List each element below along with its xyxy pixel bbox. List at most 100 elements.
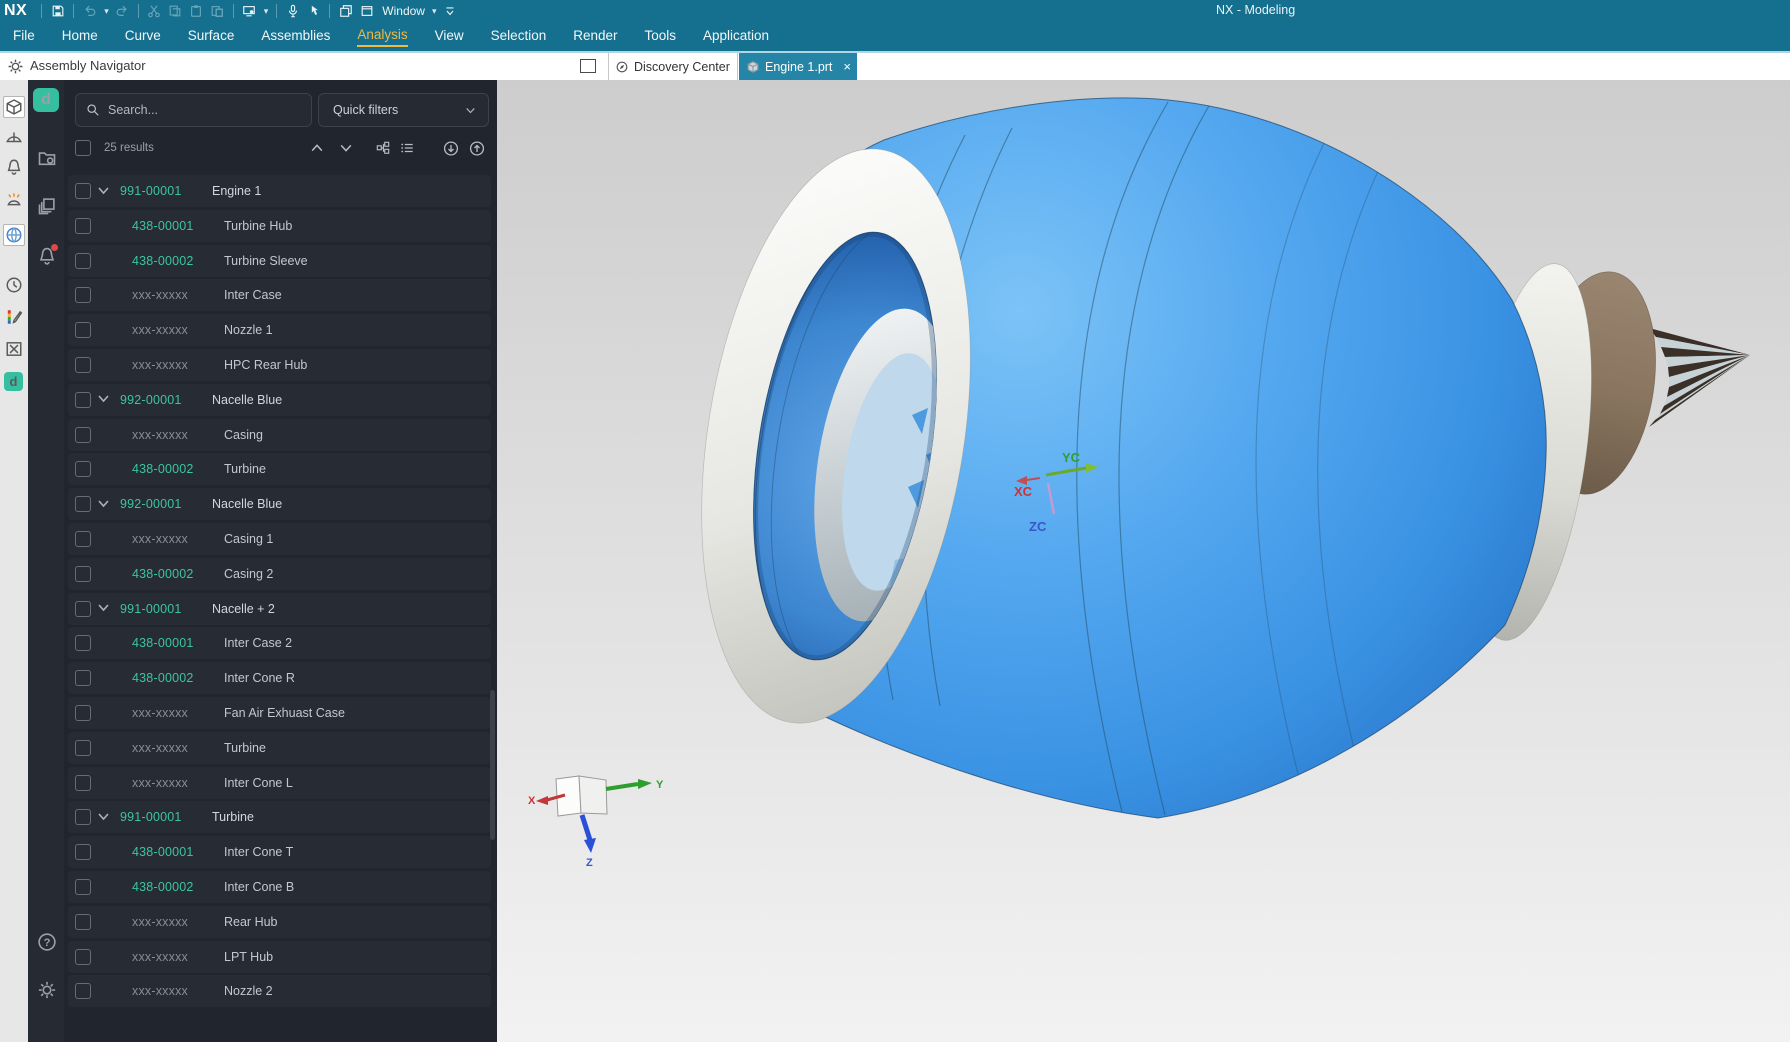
menu-view[interactable]: View — [435, 28, 464, 45]
tree-row[interactable]: 438-00001Inter Cone T — [68, 836, 491, 868]
menu-assemblies[interactable]: Assemblies — [261, 28, 330, 45]
tree-row[interactable]: xxx-xxxxxCasing — [68, 419, 491, 451]
repeat-command-icon[interactable] — [242, 4, 257, 19]
part-issues-icon[interactable] — [3, 188, 25, 210]
undo-icon[interactable] — [82, 4, 97, 19]
assembly-navigator-icon[interactable] — [3, 96, 25, 118]
row-checkbox[interactable] — [75, 357, 91, 373]
tree-row[interactable]: 438-00002Turbine — [68, 453, 491, 485]
chevron-down-icon[interactable] — [97, 184, 112, 199]
touch-mode-icon[interactable] — [306, 4, 321, 19]
paste-icon[interactable] — [189, 4, 204, 19]
move-up-circle-icon[interactable] — [469, 140, 485, 156]
float-panel-icon[interactable] — [580, 59, 596, 73]
row-checkbox[interactable] — [75, 844, 91, 860]
select-all-checkbox[interactable] — [75, 140, 91, 156]
row-checkbox[interactable] — [75, 775, 91, 791]
row-checkbox[interactable] — [75, 566, 91, 582]
d-badge-icon[interactable]: d — [4, 372, 23, 391]
row-checkbox[interactable] — [75, 949, 91, 965]
roles-pen-icon[interactable] — [3, 306, 25, 328]
row-checkbox[interactable] — [75, 705, 91, 721]
constraint-navigator-icon[interactable] — [3, 126, 25, 148]
tree-row[interactable]: xxx-xxxxxLPT Hub — [68, 941, 491, 973]
row-checkbox[interactable] — [75, 461, 91, 477]
collapse-all-icon[interactable] — [338, 140, 354, 156]
folder-settings-icon[interactable] — [35, 146, 59, 170]
repeat-dropdown-icon[interactable]: ▾ — [264, 6, 269, 17]
undo-dropdown-icon[interactable]: ▾ — [104, 6, 109, 17]
redo-icon[interactable] — [115, 4, 130, 19]
menu-application[interactable]: Application — [703, 28, 769, 45]
row-checkbox[interactable] — [75, 427, 91, 443]
tree-row[interactable]: 438-00002Turbine Sleeve — [68, 245, 491, 277]
minimize-ribbon-icon[interactable] — [443, 4, 458, 19]
row-checkbox[interactable] — [75, 287, 91, 303]
tree-row[interactable]: xxx-xxxxxNozzle 2 — [68, 975, 491, 1007]
copy-display-icon[interactable] — [338, 4, 353, 19]
menu-render[interactable]: Render — [573, 28, 617, 45]
save-icon[interactable] — [50, 4, 65, 19]
row-checkbox[interactable] — [75, 740, 91, 756]
tree-row[interactable]: 991-00001Nacelle + 2 — [68, 593, 491, 625]
menu-surface[interactable]: Surface — [188, 28, 235, 45]
tree-row[interactable]: xxx-xxxxxNozzle 1 — [68, 314, 491, 346]
move-down-circle-icon[interactable] — [443, 140, 459, 156]
d-app-icon[interactable]: d — [33, 88, 59, 112]
window-menu[interactable]: Window — [382, 4, 425, 18]
viewport-3d[interactable]: YC XC ZC X Y — [497, 80, 1790, 1042]
menu-file[interactable]: File — [13, 28, 35, 45]
chevron-down-icon[interactable] — [97, 392, 112, 407]
orientation-triad[interactable]: X Y Z — [528, 776, 664, 869]
tree-row[interactable]: xxx-xxxxxRear Hub — [68, 906, 491, 938]
tree-row[interactable]: xxx-xxxxxTurbine — [68, 732, 491, 764]
tree-row[interactable]: xxx-xxxxxHPC Rear Hub — [68, 349, 491, 381]
row-checkbox[interactable] — [75, 983, 91, 999]
paste-special-icon[interactable] — [210, 4, 225, 19]
row-checkbox[interactable] — [75, 670, 91, 686]
tab-discovery-center[interactable]: Discovery Center — [608, 53, 738, 80]
chevron-down-icon[interactable] — [97, 601, 112, 616]
row-checkbox[interactable] — [75, 496, 91, 512]
navigator-settings-gear-icon[interactable] — [7, 58, 24, 75]
tree-row[interactable]: 991-00001Engine 1 — [68, 175, 491, 207]
web-browser-icon[interactable] — [3, 224, 25, 246]
search-input[interactable] — [108, 103, 278, 117]
new-window-icon[interactable] — [359, 4, 374, 19]
tab-engine-part[interactable]: Engine 1.prt × — [739, 53, 857, 80]
hierarchy-view-icon[interactable] — [375, 140, 391, 156]
menu-tools[interactable]: Tools — [645, 28, 677, 45]
menu-curve[interactable]: Curve — [125, 28, 161, 45]
tree-row[interactable]: 438-00001Turbine Hub — [68, 210, 491, 242]
tree-row[interactable]: 438-00002Inter Cone R — [68, 662, 491, 694]
row-checkbox[interactable] — [75, 531, 91, 547]
tree-row[interactable]: xxx-xxxxxFan Air Exhuast Case — [68, 697, 491, 729]
row-checkbox[interactable] — [75, 809, 91, 825]
quick-filters-dropdown[interactable]: Quick filters — [318, 93, 489, 127]
tree-row[interactable]: 992-00001Nacelle Blue — [68, 488, 491, 520]
tree-row[interactable]: 438-00002Casing 2 — [68, 558, 491, 590]
toolbox-icon[interactable] — [3, 338, 25, 360]
menu-selection[interactable]: Selection — [491, 28, 547, 45]
list-view-icon[interactable] — [399, 140, 415, 156]
tree-row[interactable]: 992-00001Nacelle Blue — [68, 384, 491, 416]
tree-row[interactable]: xxx-xxxxxInter Cone L — [68, 767, 491, 799]
tree-row[interactable]: xxx-xxxxxInter Case — [68, 279, 491, 311]
row-checkbox[interactable] — [75, 253, 91, 269]
row-checkbox[interactable] — [75, 392, 91, 408]
row-checkbox[interactable] — [75, 879, 91, 895]
row-checkbox[interactable] — [75, 183, 91, 199]
expand-all-icon[interactable] — [309, 140, 325, 156]
settings-gear-icon[interactable] — [35, 978, 59, 1002]
row-checkbox[interactable] — [75, 322, 91, 338]
search-box[interactable] — [75, 93, 312, 127]
close-tab-icon[interactable]: × — [843, 59, 851, 74]
chevron-down-icon[interactable] — [97, 810, 112, 825]
microphone-icon[interactable] — [285, 4, 300, 19]
copy-icon[interactable] — [168, 4, 183, 19]
tree-row[interactable]: xxx-xxxxxCasing 1 — [68, 523, 491, 555]
menu-analysis[interactable]: Analysis — [357, 27, 407, 47]
cut-icon[interactable] — [147, 4, 162, 19]
row-checkbox[interactable] — [75, 218, 91, 234]
tree-row[interactable]: 991-00001Turbine — [68, 801, 491, 833]
